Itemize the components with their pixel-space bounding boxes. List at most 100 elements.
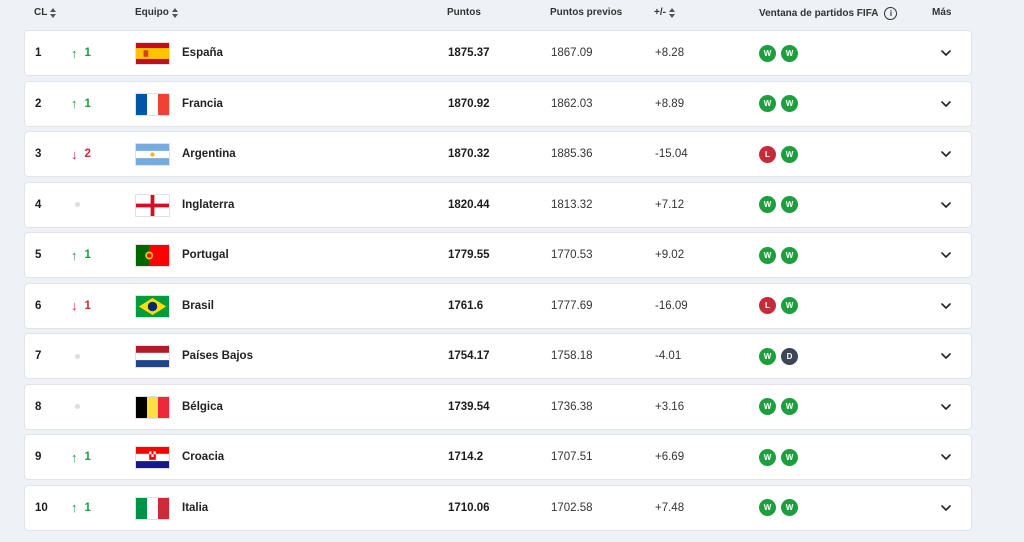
sort-icon[interactable] bbox=[668, 7, 676, 18]
rank-change-value: 1 bbox=[84, 249, 91, 261]
table-row[interactable]: 6 ↓ 1 Brasil 1761.6 1777.69 -16.09 LW bbox=[24, 282, 972, 329]
prev-points-value: 1736.38 bbox=[551, 400, 593, 413]
win-badge: W bbox=[781, 145, 798, 163]
chevron-down-icon[interactable] bbox=[941, 435, 951, 479]
win-badge: W bbox=[759, 347, 776, 365]
prev-points-value: 1862.03 bbox=[551, 97, 593, 110]
chevron-down-icon[interactable] bbox=[941, 132, 951, 176]
loss-badge: L bbox=[759, 145, 776, 163]
table-row[interactable]: 3 ↓ 2 Argentina 1870.32 1885.36 -15.04 L… bbox=[24, 131, 972, 177]
table-row[interactable]: 4 Inglaterra 1820.44 1813.32 +7.12 WW bbox=[24, 181, 972, 228]
rank-change-value: 1 bbox=[84, 451, 91, 463]
prev-points-value: 1770.53 bbox=[551, 249, 593, 261]
points-value: 1739.54 bbox=[448, 400, 490, 413]
rank-change bbox=[71, 385, 80, 429]
table-header: CL Equipo Puntos Puntos previos +/- Vent… bbox=[0, 0, 1024, 28]
chevron-down-icon[interactable] bbox=[941, 183, 951, 227]
table-row[interactable]: 8 Bélgica 1739.54 1736.38 +3.16 WW bbox=[24, 383, 972, 430]
table-row[interactable]: 1 ↑ 1 España 1875.37 1867.09 +8.28 WW bbox=[24, 30, 972, 76]
table-row[interactable]: 10 ↑ 1 Italia 1710.06 1702.58 +7.48 WW bbox=[24, 484, 972, 531]
win-badge: W bbox=[781, 297, 798, 314]
win-badge: W bbox=[781, 398, 798, 415]
match-window-results: WW bbox=[759, 486, 798, 530]
points-value: 1779.55 bbox=[448, 249, 490, 261]
chevron-down-icon[interactable] bbox=[941, 486, 951, 530]
diff-value: +7.12 bbox=[655, 198, 685, 211]
draw-badge: D bbox=[781, 347, 798, 365]
prev-points-value: 1777.69 bbox=[551, 299, 593, 312]
match-window-results: WW bbox=[759, 435, 798, 479]
diff-value: +8.89 bbox=[655, 97, 685, 110]
rank-number: 8 bbox=[35, 400, 42, 413]
win-badge: W bbox=[781, 95, 798, 112]
prev-points-value: 1702.58 bbox=[551, 501, 593, 514]
prev-points-value: 1758.18 bbox=[551, 350, 593, 362]
table-row[interactable]: 7 Países Bajos 1754.17 1758.18 -4.01 WD bbox=[24, 333, 972, 379]
flag-icon bbox=[135, 92, 170, 116]
header-rank[interactable]: CL bbox=[34, 7, 57, 18]
rank-change-value: 1 bbox=[84, 97, 91, 110]
win-badge: W bbox=[759, 398, 776, 415]
team-name[interactable]: España bbox=[182, 31, 223, 75]
points-value: 1761.6 bbox=[448, 299, 484, 312]
rank-change: ↓ 2 bbox=[71, 132, 91, 176]
team-name[interactable]: Inglaterra bbox=[182, 183, 234, 227]
table-row[interactable]: 2 ↑ 1 Francia 1870.92 1862.03 +8.89 WW bbox=[24, 80, 972, 127]
rank-change-value: 1 bbox=[84, 47, 91, 59]
points-value: 1875.37 bbox=[448, 47, 490, 59]
header-prev-points: Puntos previos bbox=[550, 7, 622, 18]
team-name[interactable]: Argentina bbox=[182, 132, 236, 176]
sort-icon[interactable] bbox=[171, 7, 179, 18]
points-value: 1820.44 bbox=[448, 198, 490, 211]
chevron-down-icon[interactable] bbox=[941, 233, 951, 277]
rank-change: ↓ 1 bbox=[71, 284, 91, 328]
rank-change bbox=[71, 183, 80, 227]
match-window-results: LW bbox=[759, 284, 798, 328]
arrow-up-icon: ↑ bbox=[71, 247, 78, 263]
points-value: 1710.06 bbox=[448, 501, 490, 514]
header-window-label: Ventana de partidos FIFA bbox=[759, 8, 879, 19]
diff-value: +3.16 bbox=[655, 400, 685, 413]
diff-value: +6.69 bbox=[655, 451, 685, 463]
team-name[interactable]: Italia bbox=[182, 486, 208, 530]
chevron-down-icon[interactable] bbox=[941, 334, 951, 378]
rank-number: 6 bbox=[35, 299, 42, 312]
match-window-results: WW bbox=[759, 31, 798, 75]
match-window-results: WW bbox=[759, 233, 798, 277]
chevron-down-icon[interactable] bbox=[941, 385, 951, 429]
team-name[interactable]: Portugal bbox=[182, 233, 229, 277]
diff-value: +7.48 bbox=[655, 501, 685, 514]
table-row[interactable]: 9 ↑ 1 Croacia 1714.2 1707.51 +6.69 WW bbox=[24, 434, 972, 480]
header-team[interactable]: Equipo bbox=[135, 7, 179, 18]
arrow-up-icon: ↑ bbox=[71, 45, 78, 61]
team-name[interactable]: Brasil bbox=[182, 284, 214, 328]
points-value: 1754.17 bbox=[448, 350, 490, 362]
rank-number: 9 bbox=[35, 451, 42, 463]
info-icon[interactable]: i bbox=[884, 7, 898, 20]
header-diff[interactable]: +/- bbox=[654, 7, 676, 18]
team-name[interactable]: Croacia bbox=[182, 435, 224, 479]
flag-icon bbox=[135, 42, 170, 65]
chevron-down-icon[interactable] bbox=[941, 82, 951, 126]
diff-value: +8.28 bbox=[655, 47, 685, 59]
header-diff-label: +/- bbox=[654, 7, 666, 18]
match-window-results: WW bbox=[759, 82, 798, 126]
flag-icon bbox=[135, 446, 170, 469]
header-prev-points-label: Puntos previos bbox=[550, 7, 623, 18]
arrow-up-icon: ↑ bbox=[71, 449, 78, 465]
flag-icon bbox=[135, 496, 170, 520]
chevron-down-icon[interactable] bbox=[941, 31, 951, 75]
table-row[interactable]: 5 ↑ 1 Portugal 1779.55 1770.53 +9.02 WW bbox=[24, 232, 972, 278]
header-rank-label: CL bbox=[34, 7, 48, 18]
team-name[interactable]: Francia bbox=[182, 82, 223, 126]
team-name[interactable]: Países Bajos bbox=[182, 334, 253, 378]
ranking-table: CL Equipo Puntos Puntos previos +/- Vent… bbox=[0, 0, 1024, 542]
header-more: Más bbox=[932, 7, 951, 18]
chevron-down-icon[interactable] bbox=[941, 284, 951, 328]
prev-points-value: 1867.09 bbox=[551, 47, 593, 59]
sort-icon[interactable] bbox=[50, 7, 57, 18]
match-window-results: WW bbox=[759, 385, 798, 429]
flag-icon bbox=[135, 244, 170, 267]
win-badge: W bbox=[759, 95, 776, 112]
team-name[interactable]: Bélgica bbox=[182, 385, 223, 429]
